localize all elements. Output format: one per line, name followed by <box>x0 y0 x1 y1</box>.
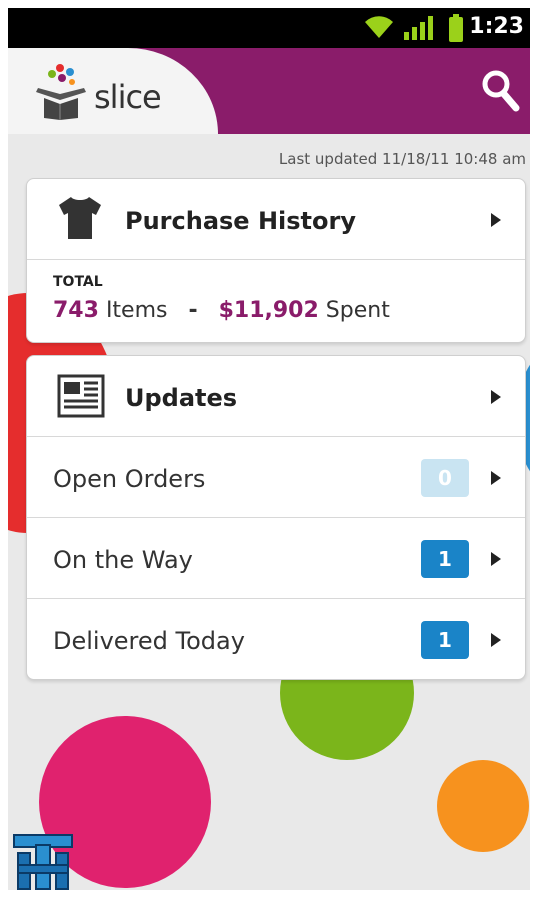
on-the-way-count-badge: 1 <box>421 540 469 578</box>
on-the-way-row[interactable]: On the Way 1 <box>27 518 525 599</box>
search-icon[interactable] <box>480 68 520 116</box>
status-clock: 1:23 <box>469 14 524 39</box>
total-separator: - <box>188 298 198 323</box>
chevron-right-icon <box>491 633 501 647</box>
last-updated-text: Last updated 11/18/11 10:48 am <box>278 150 526 168</box>
open-orders-label: Open Orders <box>53 465 206 493</box>
items-count: 743 <box>53 298 99 323</box>
spent-amount: $11,902 <box>218 298 319 323</box>
battery-icon <box>448 14 464 46</box>
updates-row[interactable]: Updates <box>27 356 525 437</box>
logo-tab: slice <box>8 48 218 134</box>
wifi-icon <box>363 14 395 44</box>
updates-title: Updates <box>125 384 238 412</box>
phone-screen: 1:23 slice Last updated 11/18/11 10:48 a… <box>8 8 530 890</box>
open-orders-count-badge: 0 <box>421 459 469 497</box>
delivered-today-label: Delivered Today <box>53 627 245 655</box>
total-label: TOTAL <box>53 274 103 290</box>
chevron-right-icon <box>491 471 501 485</box>
chevron-right-icon <box>491 390 501 404</box>
decorative-circle-orange <box>437 760 529 852</box>
items-label: Items <box>105 298 168 323</box>
purchase-history-title: Purchase History <box>125 207 356 235</box>
delivered-today-row[interactable]: Delivered Today 1 <box>27 599 525 679</box>
on-the-way-label: On the Way <box>53 546 193 574</box>
slice-box-logo-icon <box>30 62 92 124</box>
signal-icon <box>404 16 436 44</box>
newspaper-icon <box>55 370 107 424</box>
delivered-today-count-badge: 1 <box>421 621 469 659</box>
total-summary: 743 Items - $11,902 Spent <box>53 298 390 323</box>
open-orders-row[interactable]: Open Orders 0 <box>27 437 525 518</box>
th-watermark-logo-icon <box>12 833 74 890</box>
app-logo-text: slice <box>94 78 162 116</box>
purchase-history-card: Purchase History TOTAL 743 Items - $11,9… <box>26 178 526 343</box>
chevron-right-icon <box>491 213 501 227</box>
app-header: slice <box>8 48 530 134</box>
updates-card: Updates Open Orders 0 On the Way 1 Deliv… <box>26 355 526 680</box>
status-bar: 1:23 <box>8 8 530 48</box>
chevron-right-icon <box>491 552 501 566</box>
spent-label: Spent <box>325 298 390 323</box>
tshirt-icon <box>55 193 105 247</box>
purchase-history-row[interactable]: Purchase History <box>27 179 525 260</box>
purchase-total-block: TOTAL 743 Items - $11,902 Spent <box>27 260 525 342</box>
